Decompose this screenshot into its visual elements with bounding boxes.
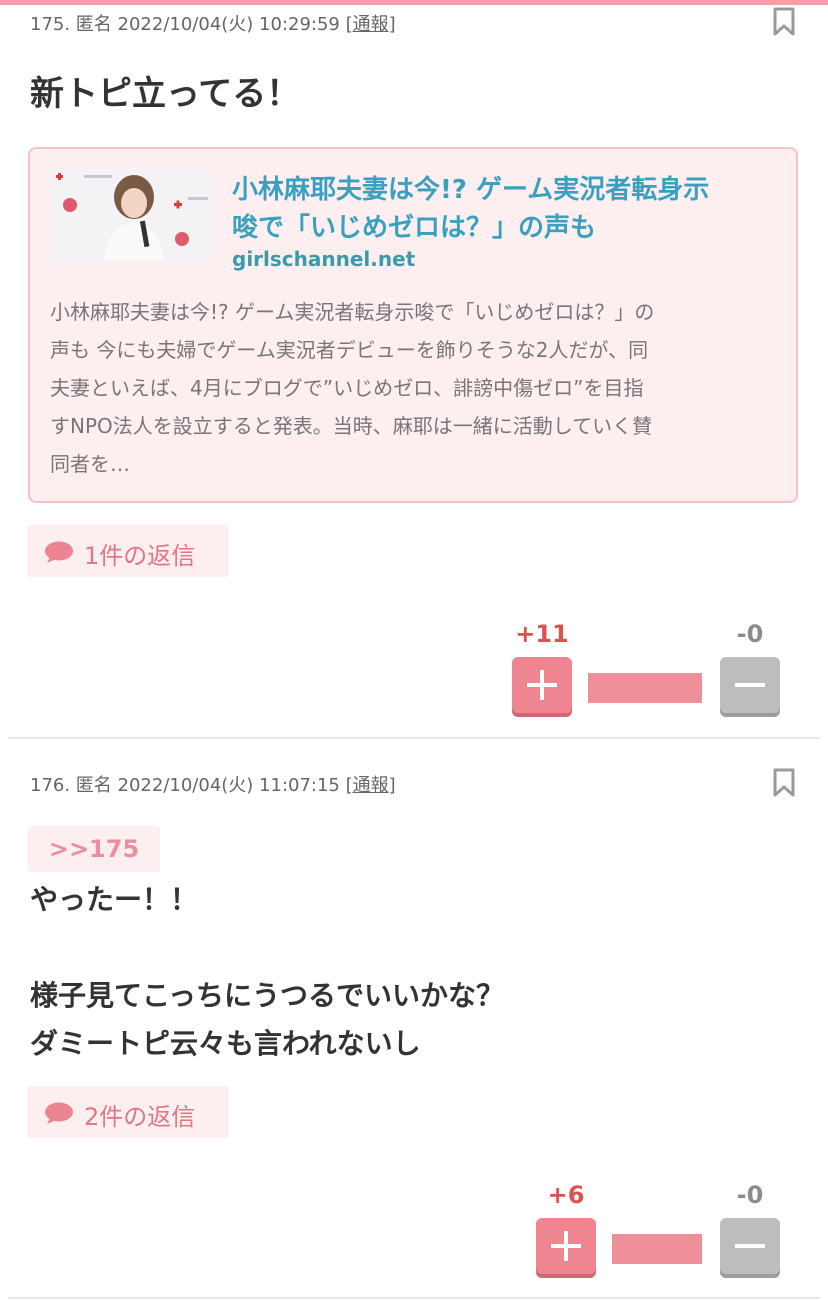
minus-count: -0 <box>736 620 764 648</box>
plus-count: +6 <box>547 1181 585 1209</box>
link-desc-line: 夫妻といえば、4月にブログで”いじめゼロ、誹謗中傷ゼロ”を目指 <box>50 376 644 400</box>
link-desc-line: 声も 今にも夫婦でゲーム実況者デビューを飾りそうな2人だが、同 <box>50 338 649 362</box>
reply-anchor-text: >>175 <box>48 835 140 863</box>
speech-bubble-icon <box>45 1102 73 1124</box>
link-desc-line: 同者を… <box>50 452 130 476</box>
replies-label: 1件の返信 <box>84 542 196 570</box>
report-link[interactable]: [通報] <box>346 14 396 35</box>
comment-meta: 175. 匿名 2022/10/04(火) 10:29:59 [通報] <box>30 10 396 36</box>
replies-button[interactable]: 1件の返信 <box>28 525 228 577</box>
vote-ratio-bar <box>612 1234 702 1264</box>
comment-body-line: やったー！！ <box>30 883 199 916</box>
comment-meta-text: 175. 匿名 2022/10/04(火) 10:29:59 <box>30 14 340 35</box>
comment-body: やったー！！ 様子見てこっちにうつるでいいかな？ ダミートピ云々も言われないし <box>30 876 504 1068</box>
link-title[interactable]: 小林麻耶夫妻は今!? ゲーム実況者転身示 唆で「いじめゼロは？」の声も <box>232 171 772 247</box>
bookmark-icon[interactable] <box>772 768 796 798</box>
plus-vote-button[interactable] <box>536 1218 596 1274</box>
report-link[interactable]: [通報] <box>346 775 396 796</box>
minus-vote-button[interactable] <box>720 657 780 713</box>
link-desc-line: 小林麻耶夫妻は今!? ゲーム実況者転身示唆で「いじめゼロは？」の <box>50 300 655 324</box>
minus-icon <box>735 683 765 687</box>
comment-meta: 176. 匿名 2022/10/04(火) 11:07:15 [通報] <box>30 771 396 797</box>
replies-button[interactable]: 2件の返信 <box>28 1086 228 1138</box>
comment-body-line <box>30 924 504 972</box>
link-description: 小林麻耶夫妻は今!? ゲーム実況者転身示唆で「いじめゼロは？」の 声も 今にも夫… <box>50 293 780 483</box>
plus-icon-vertical <box>564 1231 568 1261</box>
minus-vote-button[interactable] <box>720 1218 780 1274</box>
plus-vote-button[interactable] <box>512 657 572 713</box>
link-thumbnail <box>50 169 212 261</box>
top-accent-bar <box>0 0 828 5</box>
minus-count: -0 <box>736 1181 764 1209</box>
link-preview-card[interactable]: 小林麻耶夫妻は今!? ゲーム実況者転身示 唆で「いじめゼロは？」の声も girl… <box>28 147 798 503</box>
minus-icon <box>735 1244 765 1248</box>
link-title-line: 小林麻耶夫妻は今!? ゲーム実況者転身示 <box>232 175 710 205</box>
vote-ratio-fill <box>612 1234 702 1264</box>
vote-ratio-fill <box>588 673 702 703</box>
vote-ratio-bar <box>588 673 702 703</box>
speech-bubble-icon <box>45 541 73 563</box>
comment-meta-text: 176. 匿名 2022/10/04(火) 11:07:15 <box>30 775 340 796</box>
comment-body: 新トピ立ってる！ <box>30 74 301 114</box>
link-title-line: 唆で「いじめゼロは？」の声も <box>232 213 597 243</box>
link-site: girlschannel.net <box>232 247 416 271</box>
comment-divider <box>8 1297 820 1299</box>
comment-body-line: 様子見てこっちにうつるでいいかな？ <box>30 979 505 1012</box>
plus-count: +11 <box>515 620 569 648</box>
comment-divider <box>8 737 820 739</box>
reply-anchor-link[interactable]: >>175 <box>28 826 160 872</box>
replies-label: 2件の返信 <box>84 1103 196 1131</box>
plus-icon-vertical <box>540 670 544 700</box>
bookmark-icon[interactable] <box>772 7 796 37</box>
link-desc-line: すNPO法人を設立すると発表。当時、麻耶は一緒に活動していく賛 <box>50 414 653 438</box>
comment-body-line: ダミートピ云々も言われないし <box>30 1027 421 1060</box>
